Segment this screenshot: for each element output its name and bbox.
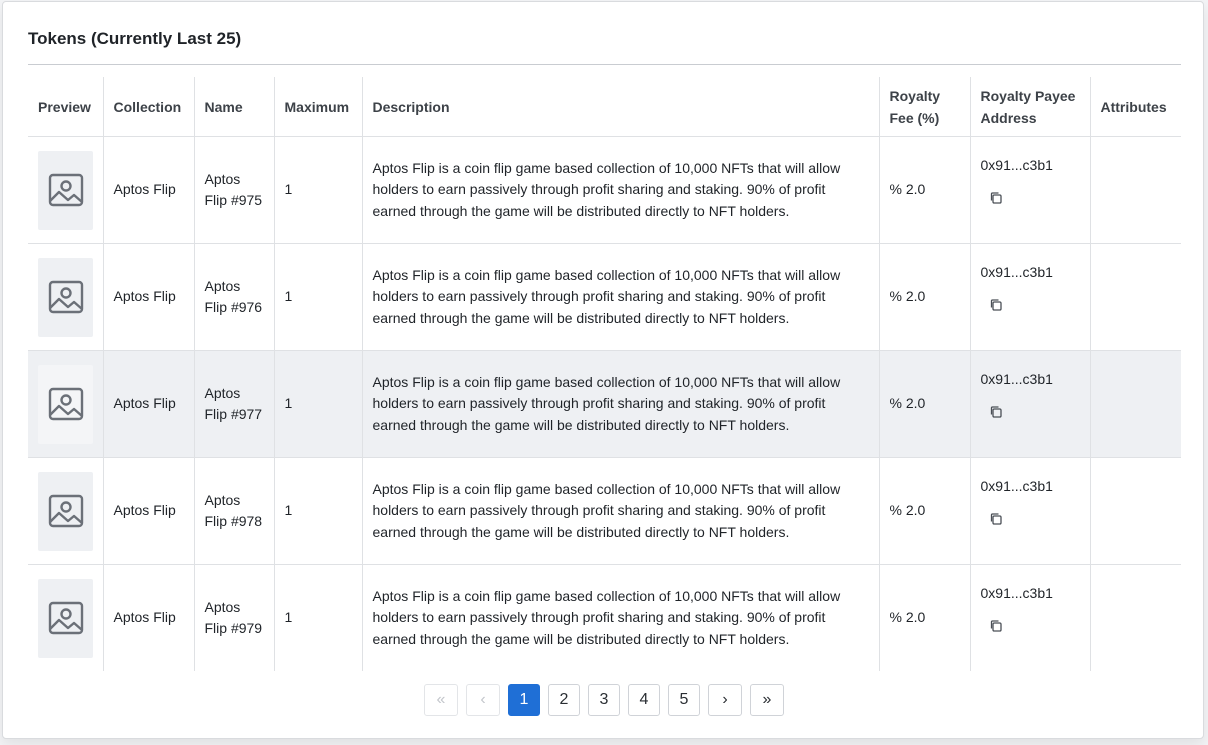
table-row[interactable]: Aptos Flip Aptos Flip #977 1 Aptos Flip is … <box>28 350 1181 458</box>
column-header-name: Name <box>194 77 275 137</box>
page-button-3[interactable]: 3 <box>588 684 620 716</box>
preview-cell <box>28 243 104 351</box>
column-header-collection: Collection <box>103 77 195 137</box>
token-name-cell: Aptos Flip #976 <box>194 243 275 351</box>
payee-address[interactable]: 0x91...c3b1 <box>981 262 1080 284</box>
column-header-preview: Preview <box>28 77 104 137</box>
royalty-fee-cell: % 2.0 <box>879 136 971 244</box>
card-title: Tokens (Currently Last 25) <box>28 29 242 48</box>
royalty-payee-cell: 0x91...c3b1 <box>970 564 1091 671</box>
preview-cell <box>28 564 104 671</box>
description-cell: Aptos Flip is a coin flip game based col… <box>362 243 880 351</box>
token-name-cell: Aptos Flip #979 <box>194 564 275 671</box>
payee-address[interactable]: 0x91...c3b1 <box>981 583 1080 605</box>
image-placeholder-icon <box>38 364 93 444</box>
column-header-royalty-payee: Royalty Payee Address <box>970 77 1091 137</box>
copy-icon[interactable] <box>989 618 1003 632</box>
table-row[interactable]: Aptos Flip Aptos Flip #978 1 Aptos Flip is … <box>28 457 1181 565</box>
collection-cell: Aptos Flip <box>103 350 195 458</box>
preview-cell <box>28 350 104 458</box>
column-header-royalty-fee: Royalty Fee (%) <box>879 77 971 137</box>
royalty-payee-cell: 0x91...c3b1 <box>970 350 1091 458</box>
copy-icon[interactable] <box>989 297 1003 311</box>
collection-cell: Aptos Flip <box>103 564 195 671</box>
maximum-cell: 1 <box>274 564 363 671</box>
token-name-cell: Aptos Flip #978 <box>194 457 275 565</box>
collection-cell: Aptos Flip <box>103 136 195 244</box>
royalty-payee-cell: 0x91...c3b1 <box>970 136 1091 244</box>
collection-cell: Aptos Flip <box>103 457 195 565</box>
first-page-button[interactable]: « <box>424 684 458 716</box>
table-header-row: Preview Collection Name Maximum Descript… <box>28 77 1181 137</box>
royalty-payee-cell: 0x91...c3b1 <box>970 457 1091 565</box>
image-placeholder-icon <box>38 471 93 551</box>
attributes-cell <box>1090 457 1181 565</box>
attributes-cell <box>1090 136 1181 244</box>
token-name-cell: Aptos Flip #975 <box>194 136 275 244</box>
attributes-cell <box>1090 350 1181 458</box>
pagination: « ‹ 1 2 3 4 5 › » <box>3 684 1205 716</box>
preview-cell <box>28 136 104 244</box>
token-name-cell: Aptos Flip #977 <box>194 350 275 458</box>
divider <box>28 64 1181 65</box>
royalty-fee-cell: % 2.0 <box>879 457 971 565</box>
attributes-cell <box>1090 565 1181 672</box>
next-page-button[interactable]: › <box>708 684 742 716</box>
image-placeholder-icon <box>38 150 93 230</box>
preview-cell <box>28 457 104 565</box>
column-header-attributes: Attributes <box>1090 77 1181 137</box>
image-placeholder-icon <box>38 578 93 658</box>
payee-address[interactable]: 0x91...c3b1 <box>981 476 1080 498</box>
payee-address[interactable]: 0x91...c3b1 <box>981 155 1080 177</box>
tokens-card: Tokens (Currently Last 25) Preview Colle… <box>2 1 1204 739</box>
page-button-2[interactable]: 2 <box>548 684 580 716</box>
page-button-4[interactable]: 4 <box>628 684 660 716</box>
prev-page-button[interactable]: ‹ <box>466 684 500 716</box>
image-placeholder-icon <box>38 257 93 337</box>
last-page-button[interactable]: » <box>750 684 784 716</box>
maximum-cell: 1 <box>274 243 363 351</box>
column-header-description: Description <box>362 77 880 137</box>
table-row[interactable]: Aptos Flip Aptos Flip #979 1 Aptos Flip is … <box>28 564 1181 672</box>
maximum-cell: 1 <box>274 136 363 244</box>
attributes-cell <box>1090 243 1181 351</box>
table-row[interactable]: Aptos Flip Aptos Flip #976 1 Aptos Flip is … <box>28 243 1181 351</box>
copy-icon[interactable] <box>989 404 1003 418</box>
maximum-cell: 1 <box>274 350 363 458</box>
description-cell: Aptos Flip is a coin flip game based col… <box>362 350 880 458</box>
tokens-table: Preview Collection Name Maximum Descript… <box>28 77 1181 671</box>
description-cell: Aptos Flip is a coin flip game based col… <box>362 564 880 671</box>
royalty-payee-cell: 0x91...c3b1 <box>970 243 1091 351</box>
copy-icon[interactable] <box>989 190 1003 204</box>
maximum-cell: 1 <box>274 457 363 565</box>
collection-cell: Aptos Flip <box>103 243 195 351</box>
description-cell: Aptos Flip is a coin flip game based col… <box>362 457 880 565</box>
table-row[interactable]: Aptos Flip Aptos Flip #975 1 Aptos Flip is … <box>28 136 1181 244</box>
royalty-fee-cell: % 2.0 <box>879 243 971 351</box>
page-button-5[interactable]: 5 <box>668 684 700 716</box>
page-button-1[interactable]: 1 <box>508 684 540 716</box>
description-cell: Aptos Flip is a coin flip game based col… <box>362 136 880 244</box>
royalty-fee-cell: % 2.0 <box>879 564 971 671</box>
royalty-fee-cell: % 2.0 <box>879 350 971 458</box>
copy-icon[interactable] <box>989 511 1003 525</box>
payee-address[interactable]: 0x91...c3b1 <box>981 369 1080 391</box>
column-header-maximum: Maximum <box>274 77 363 137</box>
